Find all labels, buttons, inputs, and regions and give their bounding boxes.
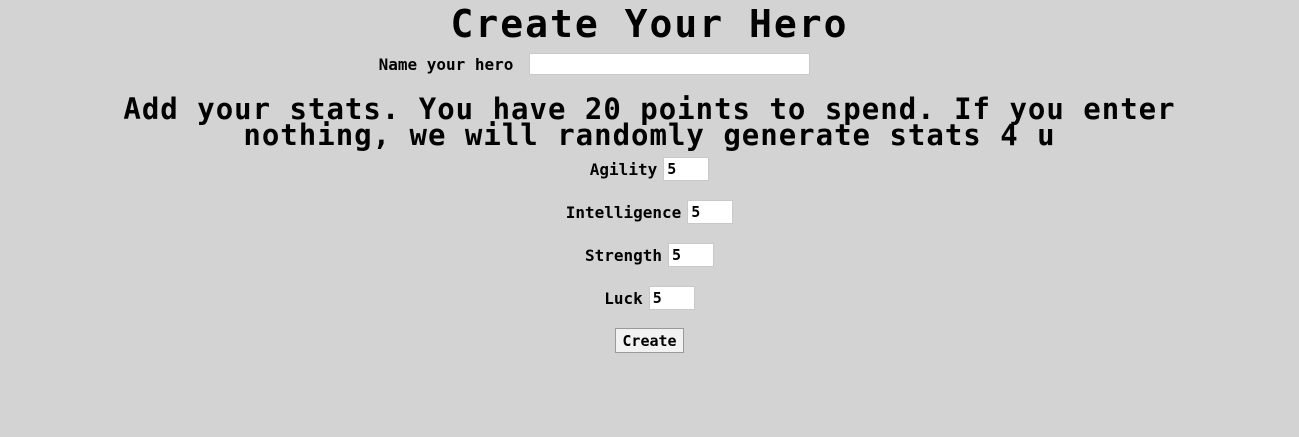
page-title: Create Your Hero bbox=[450, 2, 849, 46]
hero-name-row: Name your hero bbox=[0, 50, 1299, 78]
strength-row: Strength bbox=[0, 242, 1299, 268]
intelligence-input[interactable] bbox=[687, 200, 734, 224]
luck-row: Luck bbox=[0, 285, 1299, 311]
luck-label: Luck bbox=[604, 288, 643, 308]
agility-input[interactable] bbox=[663, 157, 710, 181]
create-row: Create bbox=[0, 328, 1299, 353]
strength-label: Strength bbox=[584, 245, 663, 265]
strength-input[interactable] bbox=[668, 243, 715, 267]
create-hero-page: Create Your Hero Name your hero Add your… bbox=[0, 0, 1299, 437]
intelligence-label: Intelligence bbox=[565, 202, 682, 222]
intelligence-row: Intelligence bbox=[0, 199, 1299, 225]
luck-input[interactable] bbox=[648, 286, 695, 310]
stats-heading: Add your stats. You have 20 points to sp… bbox=[123, 92, 1176, 152]
hero-name-input[interactable] bbox=[529, 53, 811, 75]
create-button[interactable]: Create bbox=[615, 328, 684, 353]
agility-label: Agility bbox=[589, 159, 658, 179]
agility-row: Agility bbox=[0, 156, 1299, 182]
hero-name-label: Name your hero bbox=[378, 54, 514, 74]
